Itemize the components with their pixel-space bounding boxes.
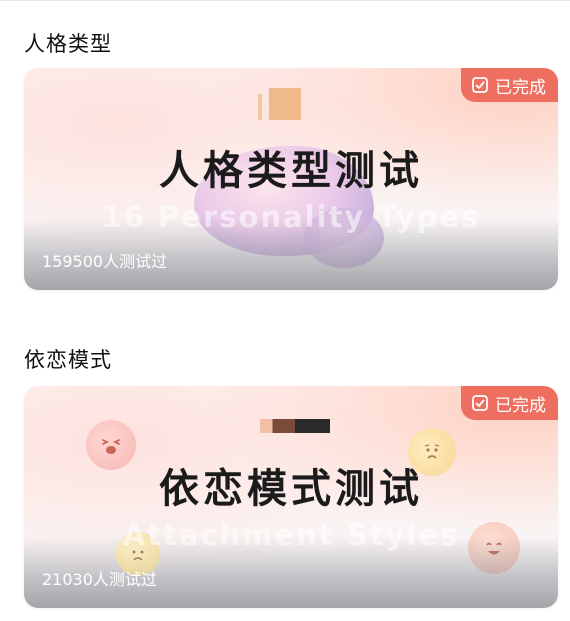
section-heading-personality: 人格类型	[24, 32, 112, 56]
completed-badge: 已完成	[461, 386, 558, 420]
top-divider	[0, 0, 570, 1]
completed-check-icon	[472, 77, 488, 93]
card-title: 依恋模式测试	[159, 466, 423, 512]
section-heading-attachment: 依恋模式	[24, 348, 112, 372]
badge-label: 已完成	[495, 77, 546, 98]
completed-badge: 已完成	[461, 68, 558, 102]
attachment-test-card[interactable]: 依恋模式测试 Attachment Styles 21030人测试过 已完成	[24, 386, 558, 608]
completed-check-icon	[472, 395, 488, 411]
decoration-stem	[258, 94, 262, 120]
card-subtitle: Attachment Styles	[122, 518, 460, 552]
test-count: 159500人测试过	[42, 252, 168, 271]
decoration-bar	[260, 419, 330, 433]
card-subtitle: 16 Personality Types	[101, 200, 481, 234]
badge-label: 已完成	[495, 395, 546, 416]
decoration-block	[269, 88, 301, 120]
card-title: 人格类型测试	[159, 148, 423, 194]
test-count: 21030人测试过	[42, 570, 157, 589]
personality-test-card[interactable]: 人格类型测试 16 Personality Types 159500人测试过 已…	[24, 68, 558, 290]
